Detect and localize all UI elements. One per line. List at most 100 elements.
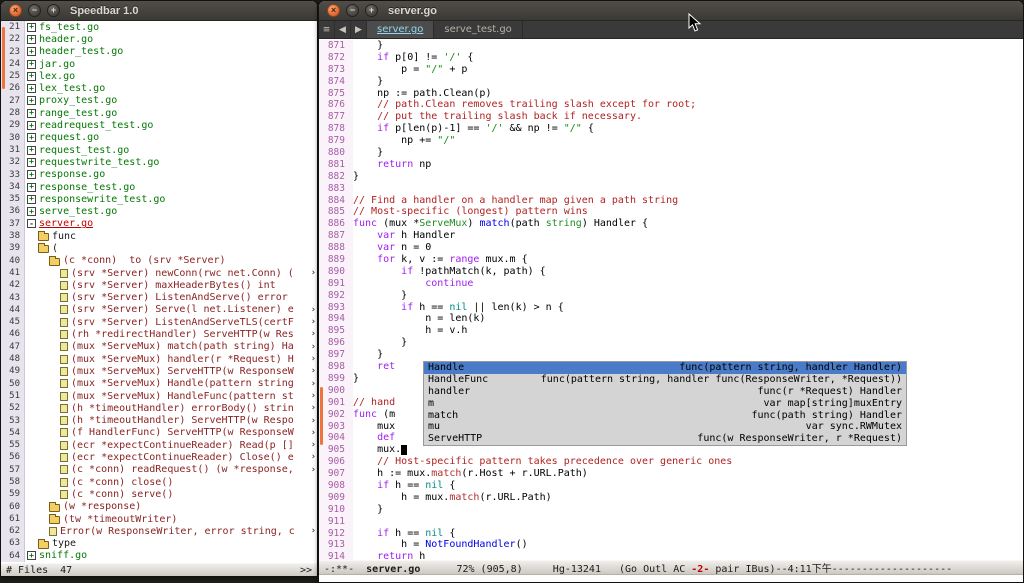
speedbar-row[interactable]: 42(srv *Server) maxHeaderBytes() int [1,279,317,291]
tabbar-scroll-left-icon[interactable]: ◀ [335,21,351,38]
tag-icon[interactable] [60,330,68,339]
speedbar-row[interactable]: 52(h *timeoutHandler) errorBody() strin› [1,402,317,414]
expand-icon[interactable]: + [27,84,36,93]
code-line[interactable]: 884// Find a handler on a handler map gi… [319,195,1023,207]
speedbar-row[interactable]: 58(c *conn) close() [1,476,317,488]
speedbar-row[interactable]: 57(c *conn) readRequest() (w *response,› [1,464,317,476]
code-line[interactable]: 895 h = v.h [319,325,1023,337]
tab-server.go[interactable]: server.go [367,21,434,38]
code-line[interactable]: 876 // path.Clean removes trailing slash… [319,99,1023,111]
code-line[interactable]: 914 return h [319,551,1023,560]
speedbar-item-label[interactable]: (srv *Server) maxHeaderBytes() int [71,280,276,291]
speedbar-row[interactable]: 50(mux *ServeMux) Handle(pattern string› [1,378,317,390]
code-line[interactable]: 871 } [319,40,1023,52]
code-line[interactable]: 908 if h == nil { [319,480,1023,492]
code-line[interactable]: 897 } [319,349,1023,361]
speedbar-row[interactable]: 62Error(w ResponseWriter, error string, … [1,525,317,537]
close-icon[interactable]: × [9,4,22,17]
speedbar-item-label[interactable]: (c *conn) to (srv *Server) [63,255,226,266]
editor-buffer[interactable]: 871 }872 if p[0] != '/' {873 p = "/" + p… [319,39,1023,560]
speedbar-item-label[interactable]: (srv *Server) Serve(l net.Listener) e [71,304,294,315]
expand-icon[interactable]: + [27,195,36,204]
speedbar-row[interactable]: 22+header.go [1,33,317,45]
speedbar-row[interactable]: 21+fs_test.go [1,21,317,33]
code-line[interactable]: 875 np := path.Clean(p) [319,88,1023,100]
maximize-icon[interactable]: + [365,4,378,17]
speedbar-row[interactable]: 54(f HandlerFunc) ServeHTTP(w ResponseW› [1,427,317,439]
completion-item[interactable]: muvar sync.RWMutex [424,421,906,433]
tag-icon[interactable] [60,355,68,364]
maximize-icon[interactable]: + [47,4,60,17]
speedbar-row[interactable]: 56(ecr *expectContinueReader) Close() e› [1,451,317,463]
speedbar-row[interactable]: 49(mux *ServeMux) ServeHTTP(w ResponseW› [1,365,317,377]
speedbar-item-label[interactable]: response_test.go [39,182,135,193]
tag-icon[interactable] [60,367,68,376]
speedbar-row[interactable]: 63type [1,537,317,549]
tag-icon[interactable] [60,392,68,401]
expand-icon[interactable]: + [27,109,36,118]
speedbar-item-label[interactable]: responsewrite_test.go [39,194,165,205]
speedbar-row[interactable]: 40(c *conn) to (srv *Server) [1,255,317,267]
speedbar-row[interactable]: 43(srv *Server) ListenAndServe() error [1,292,317,304]
speedbar-item-label[interactable]: (mux *ServeMux) Handle(pattern string [71,378,294,389]
speedbar-item-label[interactable]: lex_test.go [39,83,105,94]
speedbar-item-label[interactable]: ( [52,243,58,254]
speedbar-row[interactable]: 47(mux *ServeMux) match(path string) Ha› [1,341,317,353]
speedbar-item-label[interactable]: (ecr *expectContinueReader) Close() e [71,452,294,463]
speedbar-row[interactable]: 28+range_test.go [1,107,317,119]
speedbar-row[interactable]: 32+requestwrite_test.go [1,156,317,168]
speedbar-row[interactable]: 27+proxy_test.go [1,95,317,107]
speedbar-row[interactable]: 48(mux *ServeMux) handler(r *Request) H› [1,353,317,365]
tab-serve_test.go[interactable]: serve_test.go [434,21,522,38]
tag-icon[interactable] [60,428,68,437]
speedbar-item-label[interactable]: (srv *Server) ListenAndServe() error [71,292,288,303]
code-line[interactable]: 882} [319,171,1023,183]
speedbar-item-label[interactable]: (h *timeoutHandler) ServeHTTP(w Respo [71,415,294,426]
speedbar-row[interactable]: 46(rh *redirectHandler) ServeHTTP(w Res› [1,328,317,340]
speedbar-item-label[interactable]: (f HandlerFunc) ServeHTTP(w ResponseW [71,427,294,438]
tag-icon[interactable] [60,490,68,499]
folder-icon[interactable] [38,245,49,253]
speedbar-row[interactable]: 64+sniff.go [1,550,317,562]
speedbar-row[interactable]: 37-server.go [1,218,317,230]
expand-icon[interactable]: + [27,146,36,155]
speedbar-item-label[interactable]: serve_test.go [39,206,117,217]
speedbar-row[interactable]: 55(ecr *expectContinueReader) Read(p []› [1,439,317,451]
speedbar-item-label[interactable]: (c *conn) close() [71,477,173,488]
speedbar-row[interactable]: 59(c *conn) serve() [1,488,317,500]
speedbar-item-label[interactable]: request_test.go [39,145,129,156]
code-line[interactable]: 881 return np [319,159,1023,171]
speedbar-item-label[interactable]: (ecr *expectContinueReader) Read(p [] [71,440,294,451]
expand-icon[interactable]: + [27,133,36,142]
speedbar-row[interactable]: 44(srv *Server) Serve(l net.Listener) e› [1,304,317,316]
folder-icon[interactable] [49,258,60,266]
folder-icon[interactable] [38,541,49,549]
code-line[interactable]: 911 [319,516,1023,528]
code-line[interactable]: 872 if p[0] != '/' { [319,52,1023,64]
speedbar-item-label[interactable]: fs_test.go [39,22,99,33]
speedbar-titlebar[interactable]: × − + Speedbar 1.0 [1,1,317,21]
speedbar-scrollbar[interactable] [2,27,5,89]
speedbar-row[interactable]: 45(srv *Server) ListenAndServeTLS(certF› [1,316,317,328]
expand-icon[interactable]: + [27,23,36,32]
tag-icon[interactable] [60,379,68,388]
code-line[interactable]: 878 if p[len(p)-1] == '/' && np != "/" { [319,123,1023,135]
code-line[interactable]: 894 n = len(k) [319,313,1023,325]
editor-scrollbar[interactable] [320,387,323,445]
code-line[interactable]: 909 h = mux.match(r.URL.Path) [319,492,1023,504]
speedbar-row[interactable]: 31+request_test.go [1,144,317,156]
expand-icon[interactable]: + [27,47,36,56]
tag-icon[interactable] [49,527,57,536]
tag-icon[interactable] [60,478,68,487]
speedbar-row[interactable]: 26+lex_test.go [1,82,317,94]
code-line[interactable]: 896 } [319,337,1023,349]
code-line[interactable]: 877 // put the trailing slash back if ne… [319,111,1023,123]
code-line[interactable]: 912 if h == nil { [319,528,1023,540]
speedbar-item-label[interactable]: response.go [39,169,105,180]
expand-icon[interactable]: + [27,60,36,69]
code-line[interactable]: 885// Most-specific (longest) pattern wi… [319,206,1023,218]
expand-icon[interactable]: + [27,551,36,560]
speedbar-item-label[interactable]: (h *timeoutHandler) errorBody() strin [71,403,294,414]
code-line[interactable]: 891 continue [319,278,1023,290]
tabbar-scroll-right-icon[interactable]: ▶ [351,21,367,38]
